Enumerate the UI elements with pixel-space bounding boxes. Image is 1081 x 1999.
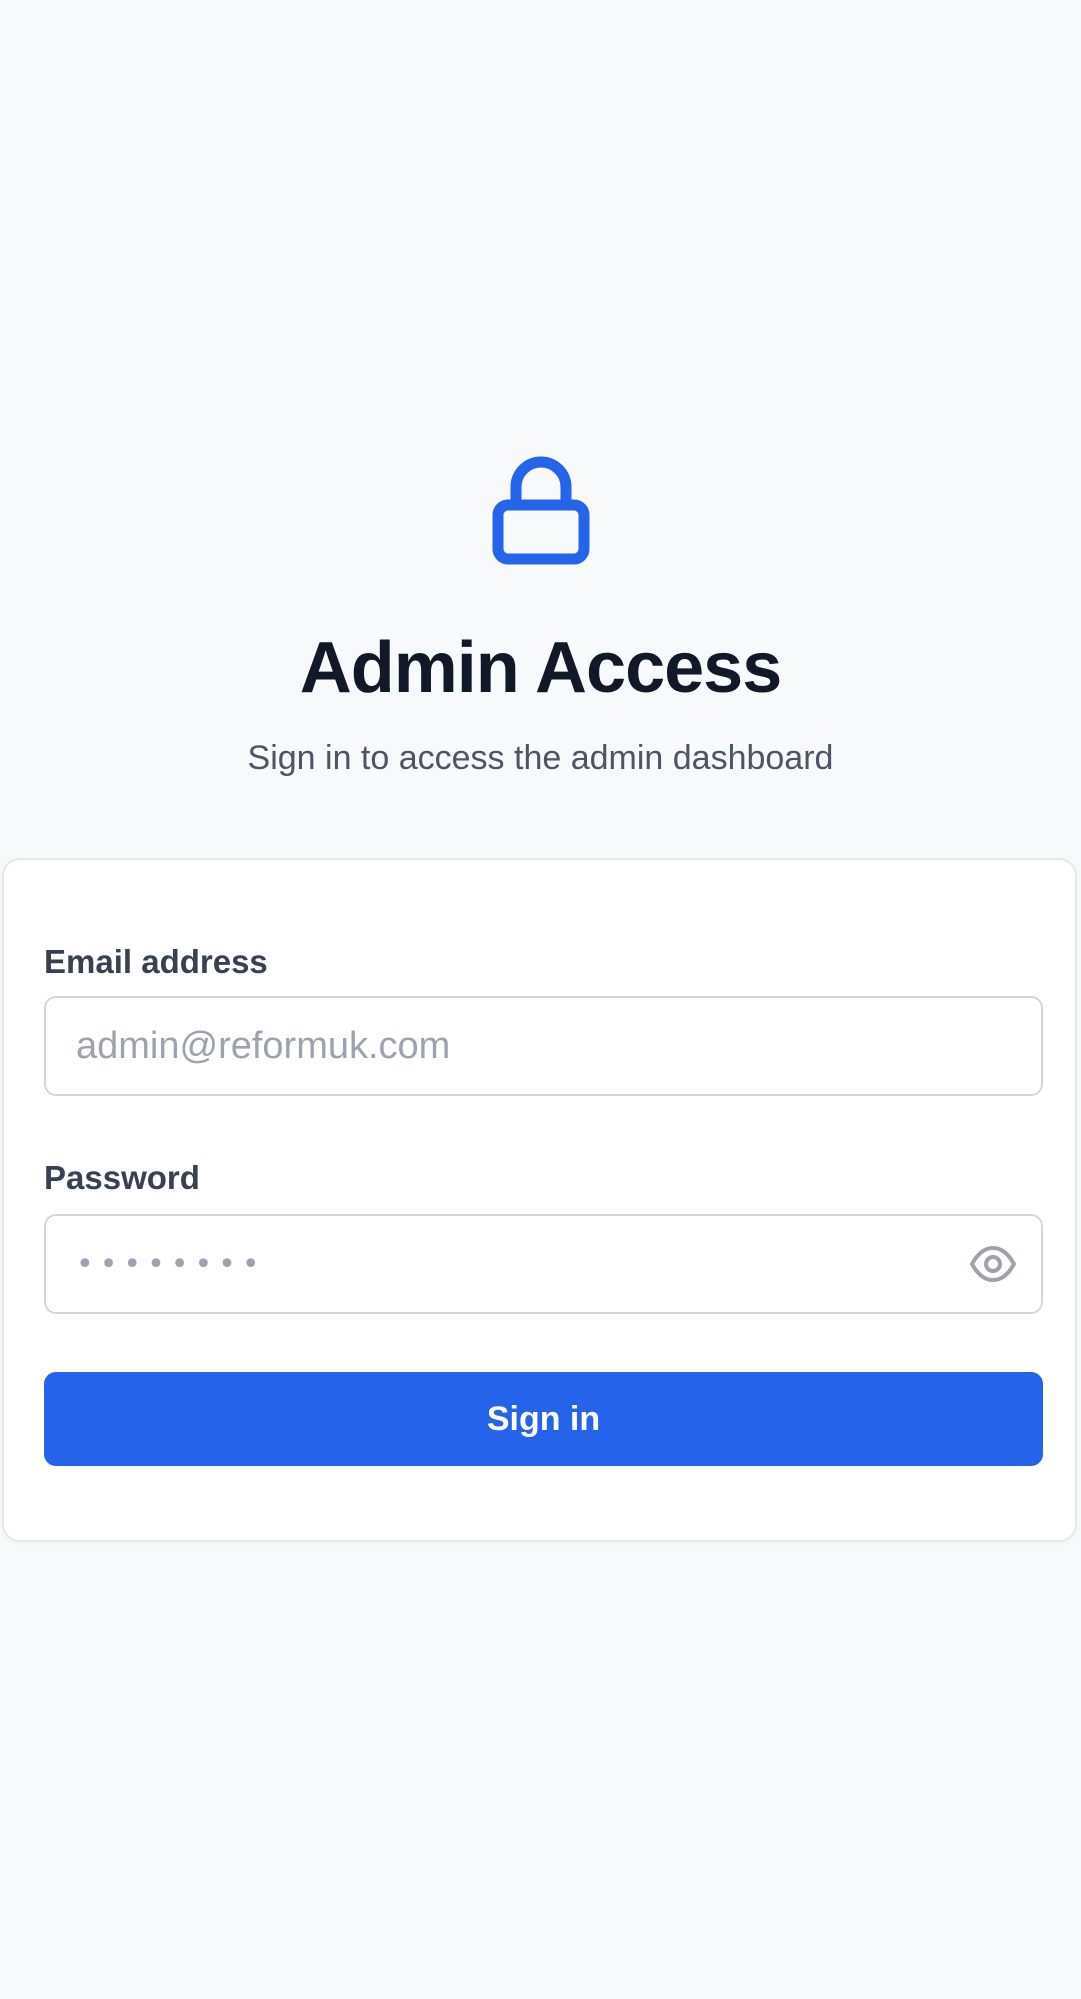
eye-icon[interactable]	[969, 1244, 1017, 1284]
email-label: Email address	[44, 943, 268, 980]
password-label: Password	[44, 1159, 200, 1196]
page-title: Admin Access	[299, 628, 783, 708]
email-field[interactable]	[44, 996, 1043, 1096]
login-page: Admin Access Sign in to access the admin…	[0, 0, 1081, 1999]
page-subtitle: Sign in to access the admin dashboard	[247, 739, 834, 777]
password-field-wrapper	[44, 1214, 1043, 1314]
lock-icon	[492, 456, 590, 565]
password-field[interactable]	[44, 1214, 1043, 1314]
sign-in-button[interactable]: Sign in	[44, 1372, 1043, 1466]
login-card: Email address Password Sign in	[2, 858, 1077, 1542]
